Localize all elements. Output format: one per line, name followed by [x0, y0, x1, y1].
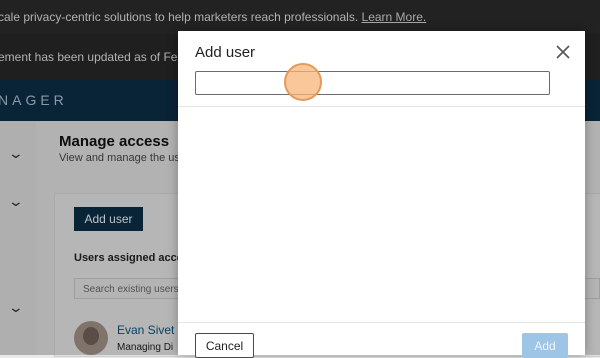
click-indicator — [284, 63, 322, 101]
add-user-dialog: Add user Cancel Add — [178, 31, 585, 358]
close-icon — [556, 45, 570, 59]
user-search-input[interactable] — [195, 71, 550, 95]
cancel-button[interactable]: Cancel — [195, 333, 254, 358]
add-button[interactable]: Add — [522, 333, 568, 358]
dialog-title: Add user — [195, 44, 256, 61]
dialog-footer: Cancel Add — [178, 322, 585, 358]
dialog-header: Add user — [178, 31, 585, 107]
close-button[interactable] — [554, 43, 572, 61]
